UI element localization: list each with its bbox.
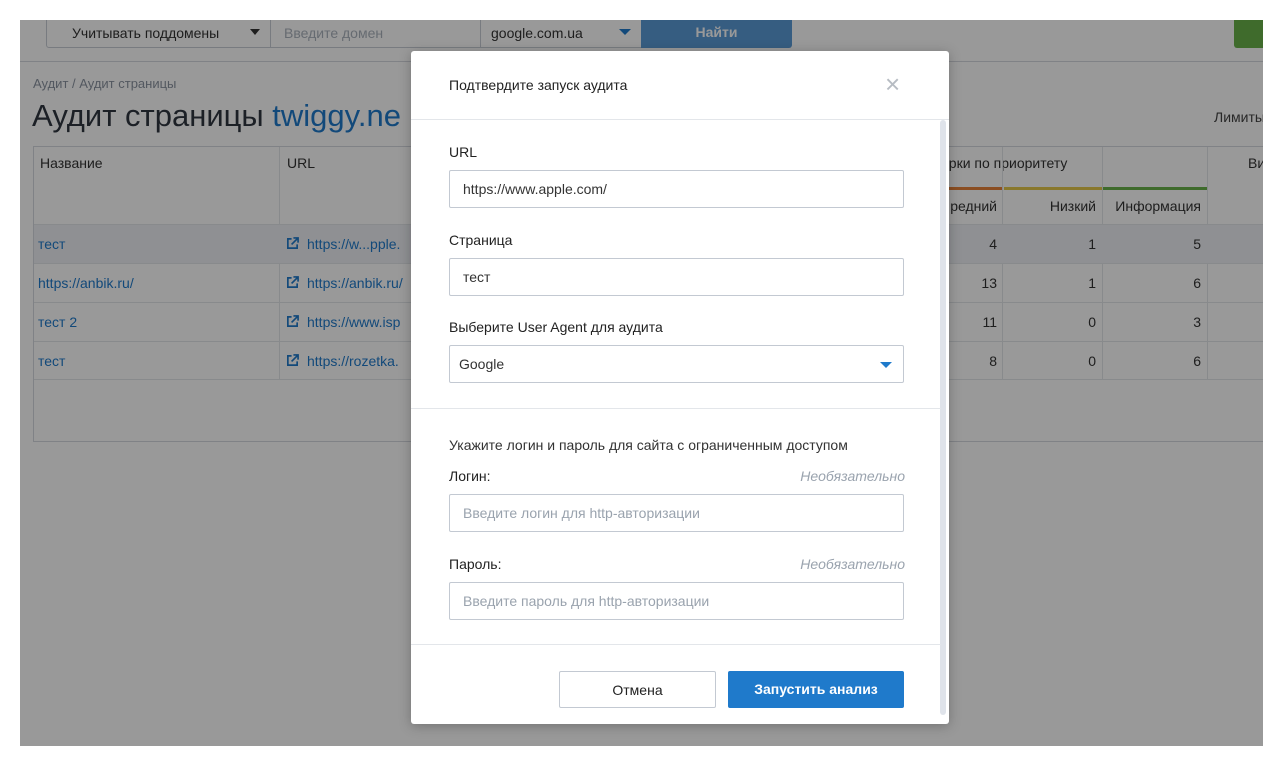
chevron-down-icon (880, 362, 892, 368)
cancel-button[interactable]: Отмена (559, 671, 716, 708)
password-label: Пароль: (449, 556, 502, 572)
auth-note: Укажите логин и пароль для сайта с огран… (449, 437, 848, 453)
run-analysis-button[interactable]: Запустить анализ (728, 671, 904, 708)
close-icon[interactable]: × (885, 71, 900, 97)
login-label: Логин: (449, 468, 491, 484)
user-agent-select[interactable]: Google (449, 345, 904, 383)
login-optional-hint: Необязательно (800, 468, 905, 484)
dialog-scrollbar[interactable] (940, 120, 946, 715)
dialog-header: Подтвердите запуск аудита × (411, 51, 949, 120)
confirm-audit-dialog: Подтвердите запуск аудита × URL https://… (411, 51, 949, 724)
user-agent-label: Выберите User Agent для аудита (449, 319, 663, 335)
user-agent-value: Google (459, 356, 505, 372)
footer-divider (411, 644, 941, 645)
dialog-title: Подтвердите запуск аудита (449, 77, 628, 93)
login-input[interactable]: Введите логин для http-авторизации (449, 494, 904, 532)
page-input[interactable]: тест (449, 258, 904, 296)
password-optional-hint: Необязательно (800, 556, 905, 572)
page-label: Страница (449, 232, 513, 248)
url-input[interactable]: https://www.apple.com/ (449, 170, 904, 208)
password-input[interactable]: Введите пароль для http-авторизации (449, 582, 904, 620)
url-label: URL (449, 144, 478, 160)
section-divider (411, 408, 941, 409)
app-window: Учитывать поддомены Введите домен google… (20, 20, 1263, 746)
